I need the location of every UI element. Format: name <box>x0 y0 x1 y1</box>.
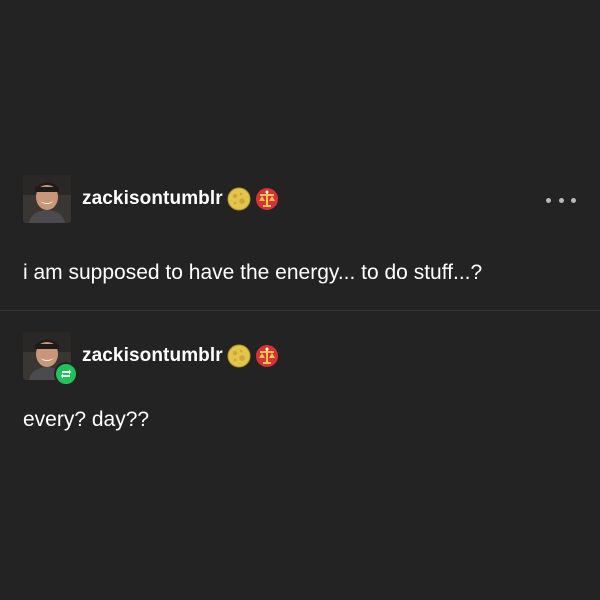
username[interactable]: zackisontumblr <box>82 188 223 210</box>
reblog-icon <box>54 362 78 386</box>
username[interactable]: zackisontumblr <box>82 345 223 367</box>
avatar[interactable] <box>23 175 71 223</box>
post-header: zackisontumblr <box>23 331 279 386</box>
avatar[interactable] <box>23 332 78 386</box>
post-original: zackisontumblr i am supposed to have the… <box>0 174 600 310</box>
post-header: zackisontumblr <box>23 174 279 224</box>
moon-badge-icon[interactable] <box>227 344 251 368</box>
dashboard-feed: zackisontumblr i am supposed to have the… <box>0 0 600 600</box>
post-body-text: every? day?? <box>23 408 150 431</box>
libra-scales-badge-icon[interactable] <box>255 344 279 368</box>
more-options-icon[interactable] <box>546 190 576 210</box>
post-reblog: zackisontumblr every? day?? <box>0 311 600 441</box>
post-body-text: i am supposed to have the energy... to d… <box>23 261 483 284</box>
avatar-image <box>23 175 71 223</box>
libra-scales-badge-icon[interactable] <box>255 187 279 211</box>
moon-badge-icon[interactable] <box>227 187 251 211</box>
